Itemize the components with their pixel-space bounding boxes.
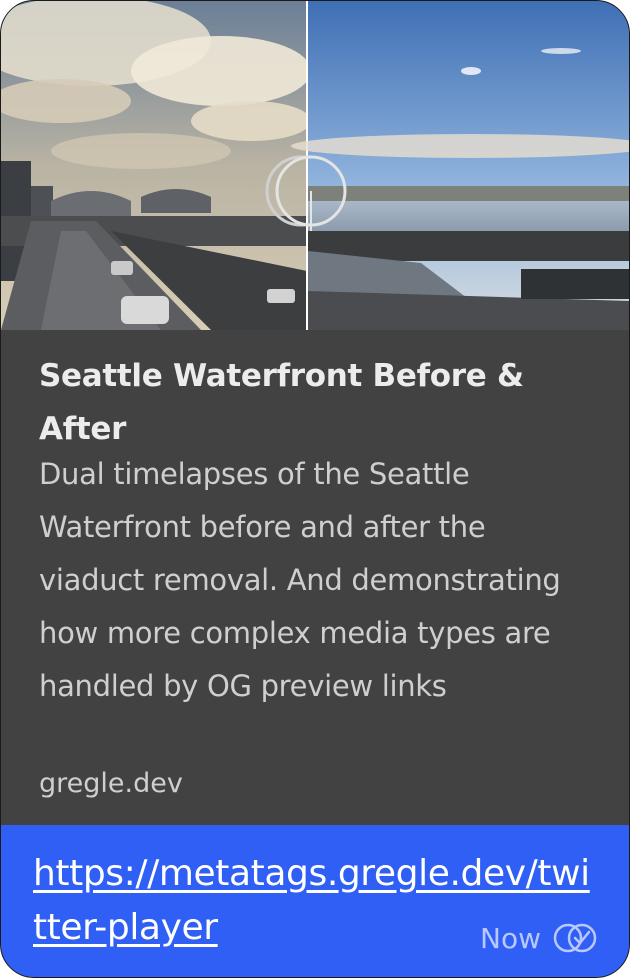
preview-domain: gregle.dev	[39, 768, 183, 799]
timelapse-thumbnail	[1, 1, 629, 330]
preview-image[interactable]	[1, 1, 629, 330]
link-preview-info[interactable]: Seattle Waterfront Before & After Dual t…	[1, 330, 629, 825]
message-card[interactable]: Seattle Waterfront Before & After Dual t…	[0, 0, 630, 978]
preview-description: Dual timelapses of the Seattle Waterfron…	[39, 457, 561, 703]
message-meta: Now	[480, 921, 599, 955]
preview-title: Seattle Waterfront Before & After	[39, 358, 524, 447]
message-bubble[interactable]: https://metatags.gregle.dev/twitter-play…	[1, 825, 629, 977]
message-timestamp: Now	[480, 921, 541, 955]
read-double-check-icon	[553, 923, 597, 953]
